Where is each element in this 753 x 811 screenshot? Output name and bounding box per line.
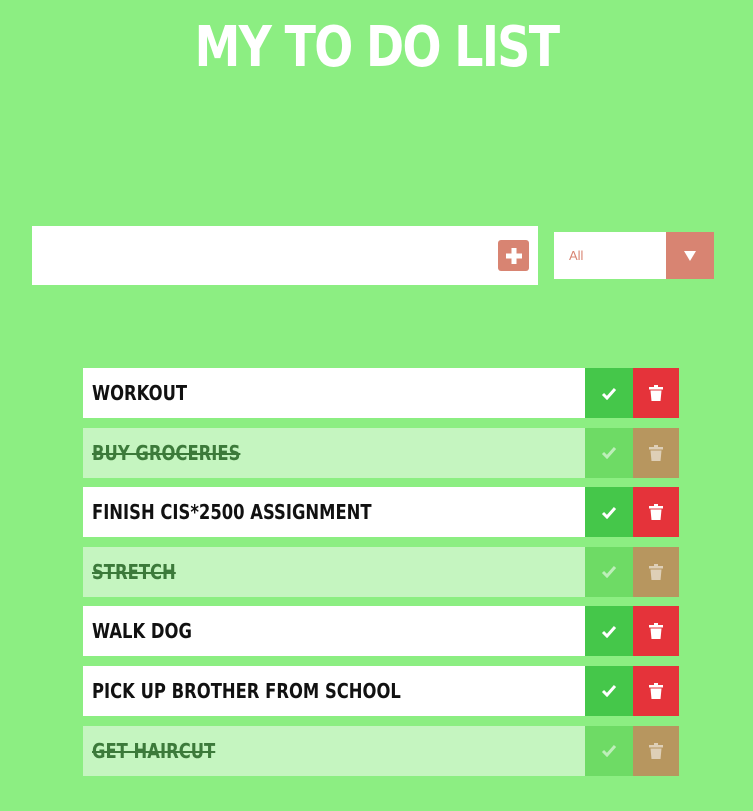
add-todo-button[interactable]: [498, 240, 529, 271]
complete-button[interactable]: [585, 606, 633, 657]
complete-button[interactable]: [585, 725, 633, 776]
complete-button[interactable]: [585, 546, 633, 597]
complete-button[interactable]: [585, 427, 633, 478]
complete-button[interactable]: [585, 665, 633, 716]
filter-select[interactable]: All: [554, 232, 714, 279]
trash-icon: [649, 682, 663, 699]
todo-input[interactable]: [32, 226, 487, 285]
trash-icon: [649, 444, 663, 461]
filter-dropdown-button[interactable]: [666, 232, 714, 279]
check-icon: [601, 566, 617, 579]
trash-icon: [649, 742, 663, 759]
todo-item: WORKOUT: [83, 368, 679, 418]
check-icon: [601, 685, 617, 698]
todo-list: WORKOUT BUY GROCERIES FINISH CIS*2500 AS…: [83, 368, 679, 785]
todo-item: PICK UP BROTHER FROM SCHOOL: [83, 665, 679, 716]
check-icon: [601, 625, 617, 638]
check-icon: [601, 447, 617, 460]
filter-selected-value: All: [569, 248, 584, 263]
todo-item: STRETCH: [83, 546, 679, 597]
complete-button[interactable]: [585, 487, 633, 538]
page-title: MY TO DO LIST: [194, 15, 560, 80]
delete-button[interactable]: [633, 427, 679, 478]
check-icon: [601, 745, 617, 758]
todo-text: WALK DOG: [83, 606, 585, 657]
todo-item: WALK DOG: [83, 606, 679, 657]
delete-button[interactable]: [633, 606, 679, 657]
plus-icon: [505, 247, 522, 264]
trash-icon: [649, 504, 663, 521]
check-icon: [601, 387, 617, 400]
delete-button[interactable]: [633, 368, 679, 418]
complete-button[interactable]: [585, 368, 633, 418]
delete-button[interactable]: [633, 725, 679, 776]
triangle-down-icon: [684, 250, 696, 261]
todo-item: GET HAIRCUT: [83, 725, 679, 776]
trash-icon: [649, 623, 663, 640]
todo-text: STRETCH: [83, 546, 585, 597]
check-icon: [601, 506, 617, 519]
trash-icon: [649, 563, 663, 580]
todo-item: FINISH CIS*2500 ASSIGNMENT: [83, 487, 679, 538]
delete-button[interactable]: [633, 665, 679, 716]
todo-item: BUY GROCERIES: [83, 427, 679, 478]
todo-text: PICK UP BROTHER FROM SCHOOL: [83, 665, 585, 716]
todo-text: GET HAIRCUT: [83, 725, 585, 776]
delete-button[interactable]: [633, 546, 679, 597]
todo-input-container: [32, 226, 538, 285]
todo-text: WORKOUT: [83, 368, 585, 418]
trash-icon: [649, 385, 663, 401]
todo-text: FINISH CIS*2500 ASSIGNMENT: [83, 487, 585, 538]
todo-text: BUY GROCERIES: [83, 427, 585, 478]
delete-button[interactable]: [633, 487, 679, 538]
